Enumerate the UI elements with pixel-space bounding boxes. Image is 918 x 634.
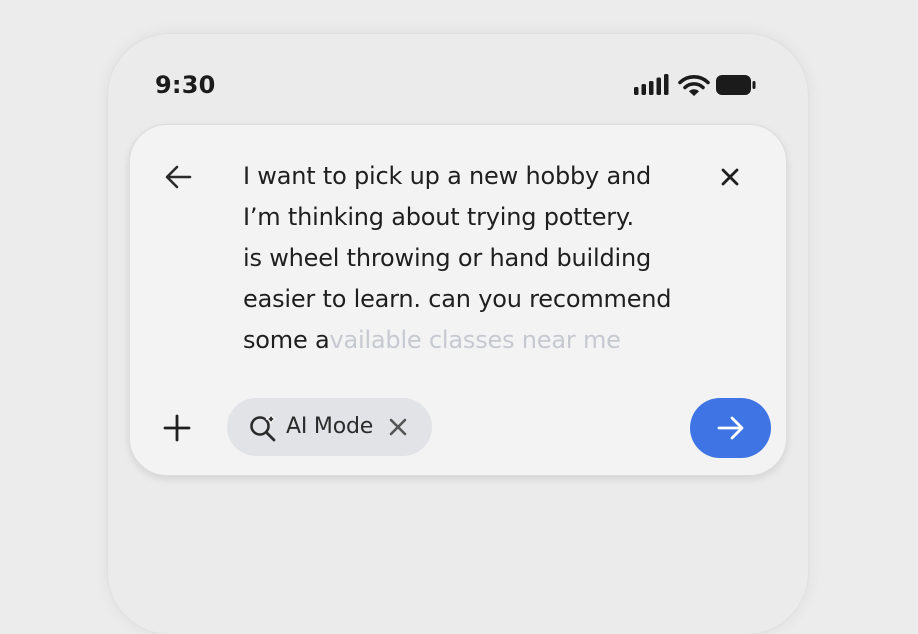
query-typed-text: some a	[243, 326, 330, 354]
status-bar: 9:30	[108, 34, 808, 134]
status-time: 9:30	[155, 71, 216, 99]
remove-ai-mode-icon[interactable]	[387, 416, 409, 438]
add-attachment-button[interactable]	[157, 408, 197, 448]
query-line: I want to pick up a new hobby and	[243, 162, 652, 190]
submit-search-button[interactable]	[690, 398, 771, 458]
back-arrow-icon	[165, 165, 192, 189]
query-line: is wheel throwing or hand building	[243, 244, 651, 272]
query-line-last: some available classes near me	[243, 320, 703, 361]
query-line: easier to learn. can you recommend	[243, 285, 672, 313]
battery-icon	[716, 75, 756, 95]
signal-icon	[634, 74, 669, 95]
clear-query-button[interactable]	[710, 157, 750, 197]
ai-search-sparkle-icon	[250, 413, 277, 442]
phone-frame: 9:30 I want to pick up a new hobby and I…	[108, 34, 808, 634]
query-line: I’m thinking about trying pottery.	[243, 203, 634, 231]
back-button[interactable]	[158, 157, 198, 197]
search-query-input[interactable]: I want to pick up a new hobby and I’m th…	[243, 156, 703, 361]
arrow-right-icon	[717, 416, 743, 440]
ai-mode-label: AI Mode	[286, 414, 374, 439]
plus-icon	[163, 414, 191, 442]
close-icon	[721, 168, 739, 186]
search-card: I want to pick up a new hobby and I’m th…	[129, 124, 787, 476]
ai-mode-chip[interactable]: AI Mode	[227, 398, 432, 456]
wifi-icon	[678, 75, 710, 96]
autocomplete-suggestion[interactable]: vailable classes near me	[329, 326, 620, 354]
